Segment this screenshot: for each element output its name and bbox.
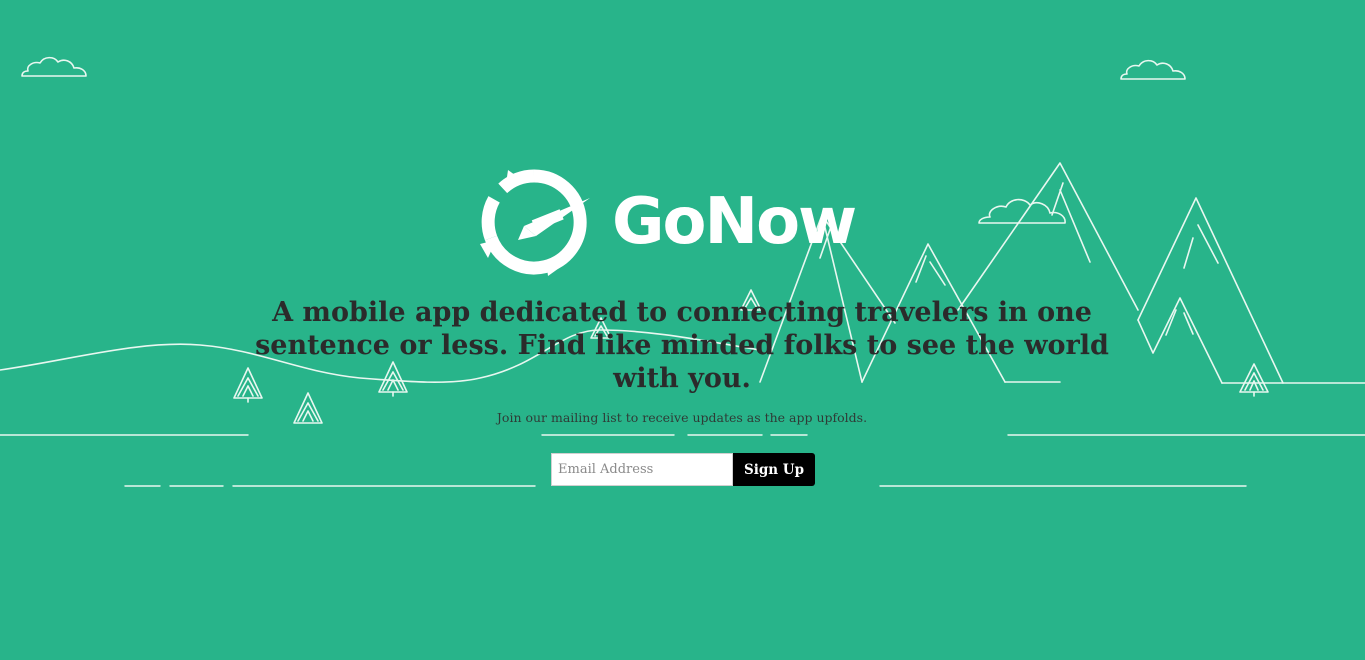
signup-form: Sign Up bbox=[551, 453, 815, 486]
brand-name: GoNow bbox=[612, 185, 857, 259]
mountain-line bbox=[1183, 237, 1194, 269]
mountain-line bbox=[929, 261, 946, 286]
tree-icon bbox=[293, 392, 323, 424]
mountain-line bbox=[1137, 297, 1223, 384]
mountain-line bbox=[1051, 182, 1064, 216]
brand-logo[interactable]: GoNow bbox=[478, 168, 857, 276]
mountain-line bbox=[1197, 224, 1219, 264]
compass-icon bbox=[480, 169, 590, 276]
mountain-line bbox=[957, 162, 1139, 311]
page: GoNow A mobile app dedicated to connecti… bbox=[0, 0, 1365, 660]
hero-tagline: A mobile app dedicated to connecting tra… bbox=[255, 297, 1109, 394]
tree-icon bbox=[1239, 363, 1269, 397]
cloud-icon bbox=[21, 56, 87, 77]
mailing-list-text: Join our mailing list to receive updates… bbox=[496, 410, 868, 425]
cloud-icon bbox=[1120, 59, 1186, 80]
mountain-line bbox=[1059, 189, 1091, 263]
cloud-icon bbox=[978, 198, 1066, 224]
email-input[interactable] bbox=[551, 453, 733, 486]
sign-up-button[interactable]: Sign Up bbox=[733, 453, 815, 486]
mountain-line bbox=[1137, 197, 1284, 384]
